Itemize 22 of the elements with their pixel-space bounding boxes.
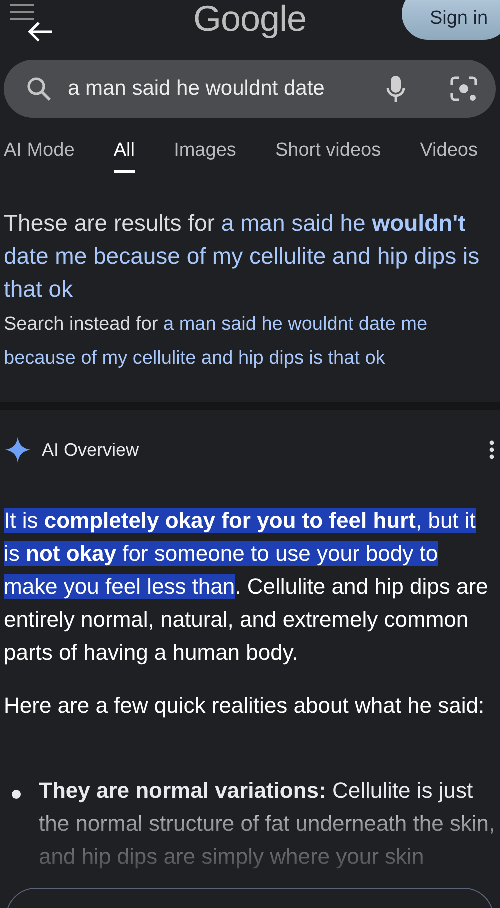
microphone-icon[interactable] (386, 75, 406, 103)
search-instead-notice: Search instead for a man said he wouldnt date me because of my cellulite and hip dips is that ok (4, 313, 429, 371)
bullet-icon (12, 790, 21, 799)
search-field[interactable]: a man said he wouldnt date (66, 76, 372, 102)
search-tab[interactable]: AI Mode (4, 136, 75, 173)
search-bar[interactable]: a man said he wouldnt date (4, 60, 496, 118)
search-icon (26, 76, 52, 102)
overview-summary: It is completely okay for you to feel hurt, but it is not okay for someone to use your body to make you feel less than. Cellulite and hip dips are entirely normal, natural, and extremely common parts of having a human body. (4, 507, 490, 667)
back-arrow-icon[interactable] (26, 20, 54, 44)
ai-overview-title: AI Overview (42, 440, 140, 460)
google-logo: Google (193, 0, 307, 40)
sign-in-button[interactable]: Sign in (402, 0, 500, 40)
overview-intro: Here are a few quick realities about what he said: (4, 692, 486, 720)
search-tab[interactable]: Videos (420, 136, 478, 173)
camera-lens-icon[interactable] (450, 75, 478, 103)
bullet-text: They are normal variations: Cellulite is just the normal structure of fat underneath the skin, and hip dips are simply where your skin (39, 777, 496, 871)
more-options-icon[interactable] (488, 440, 496, 460)
sparkle-icon (4, 436, 32, 464)
search-tab[interactable]: Short videos (275, 136, 382, 173)
search-tab[interactable]: Images (174, 136, 236, 173)
search-tab[interactable]: All (114, 136, 135, 173)
correction-notice: These are results for a man said he wouldn't date me because of my cellulite and hip dips is that ok (4, 209, 481, 304)
